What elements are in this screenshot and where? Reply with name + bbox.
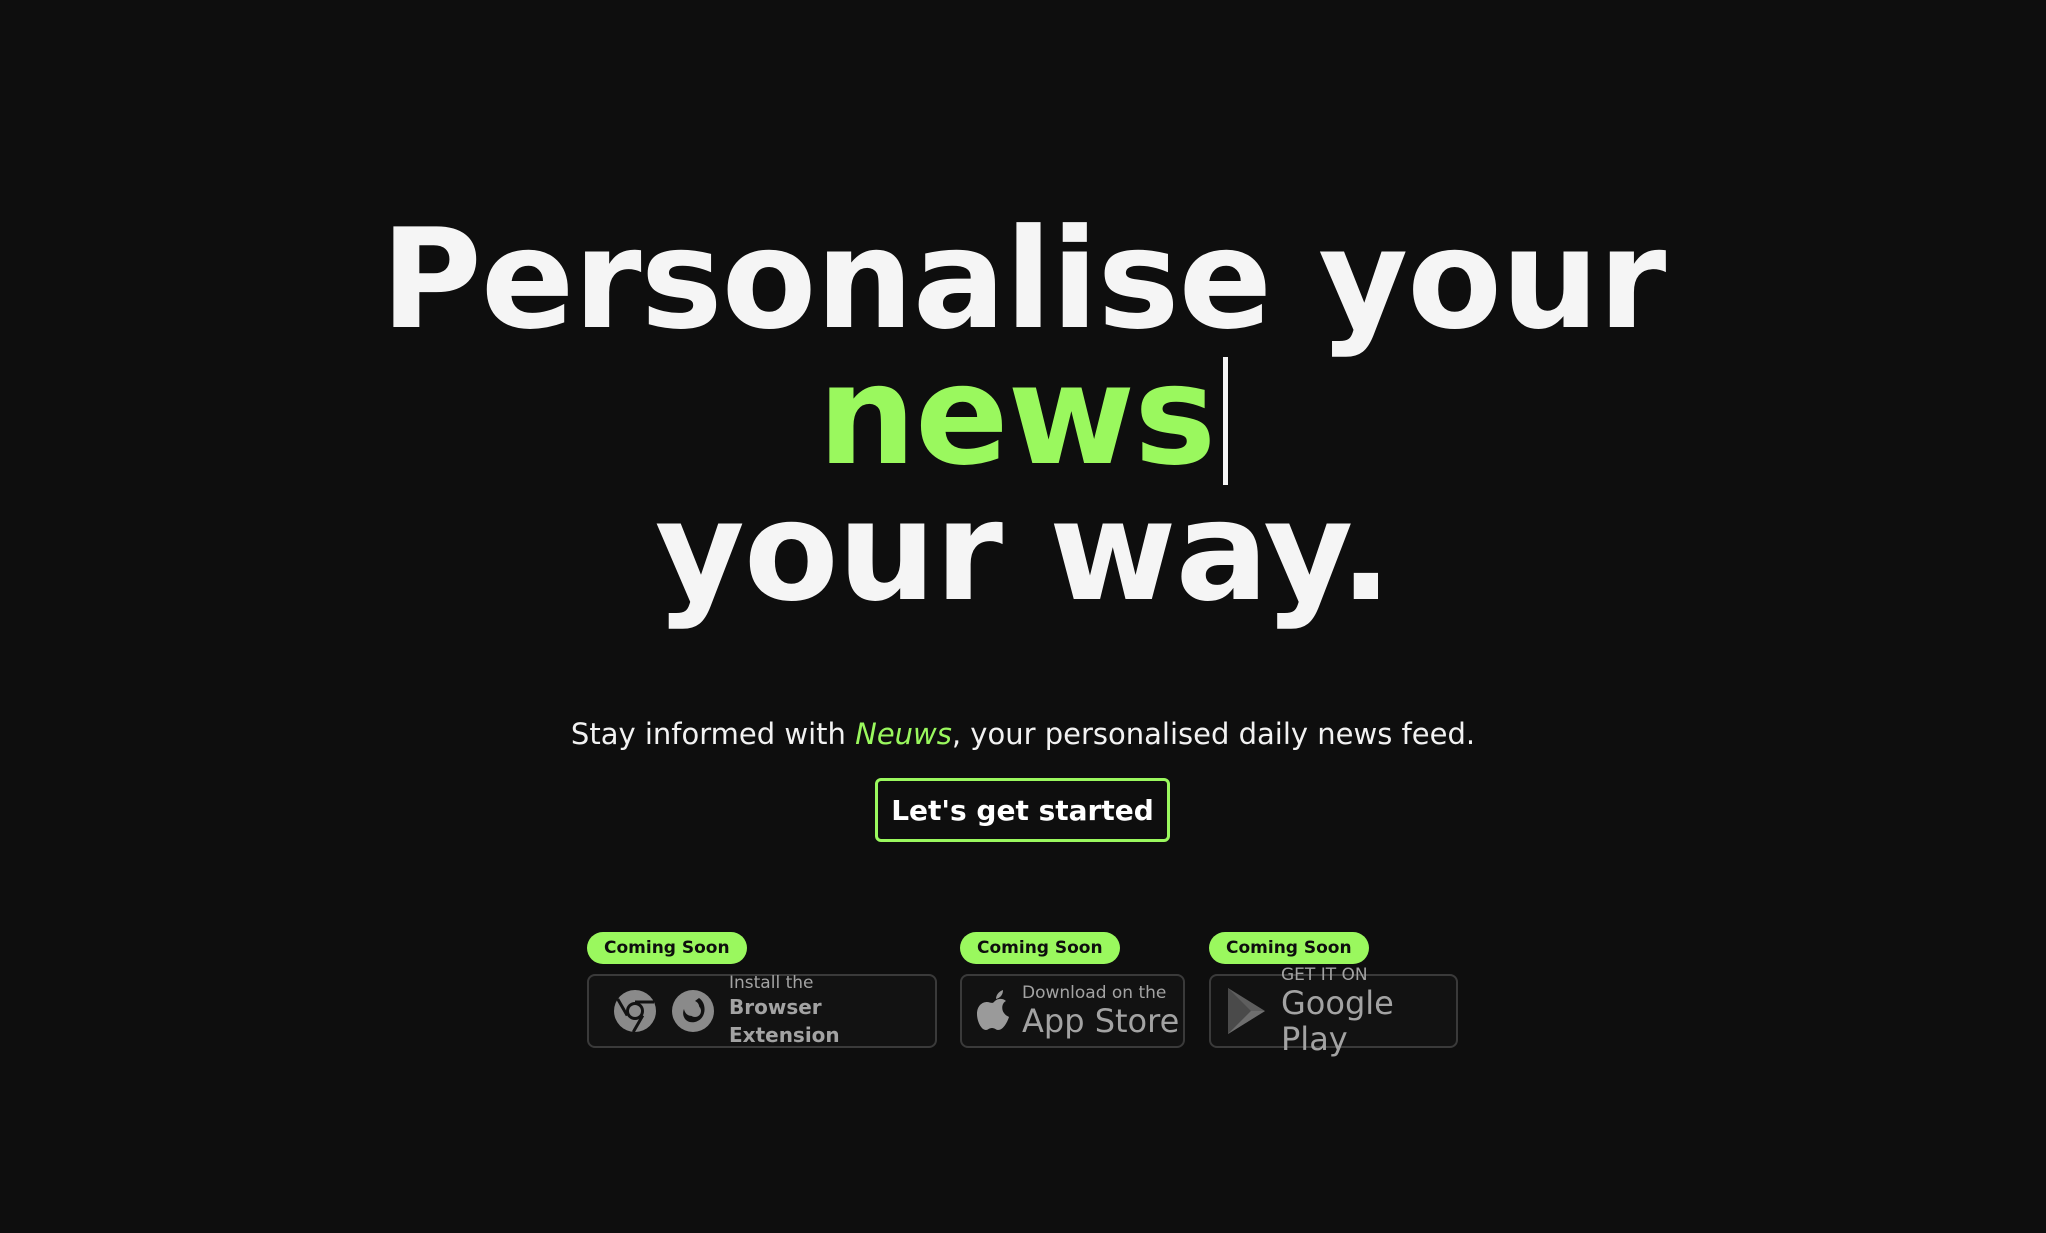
- extension-big-text: Browser Extension: [729, 995, 840, 1047]
- headline-line-1: Personalise your: [380, 199, 1667, 360]
- extension-small-text: Install the: [729, 973, 814, 993]
- headline-line-3: your way.: [654, 471, 1392, 632]
- browser-extension-block: Coming Soon Install the Browser Extensio…: [587, 932, 937, 1048]
- app-store-label: Download on the App Store: [1022, 983, 1179, 1039]
- google-play-label: GET IT ON Google Play: [1281, 965, 1456, 1057]
- hero-tagline: Stay informed with Neuws, your personali…: [0, 714, 2046, 754]
- app-store-big-text: App Store: [1022, 1002, 1180, 1040]
- google-play-big-text: Google Play: [1281, 984, 1394, 1058]
- google-play-block: Coming Soon GET IT ON Google Play: [1209, 932, 1458, 1057]
- coming-soon-badge: Coming Soon: [1209, 932, 1369, 964]
- app-store-button[interactable]: Download on the App Store: [960, 974, 1185, 1048]
- google-play-button[interactable]: GET IT ON Google Play: [1209, 965, 1458, 1057]
- brand-name: Neuws: [855, 717, 952, 751]
- chrome-icon: [613, 989, 657, 1033]
- tagline-text-after: , your personalised daily news feed.: [951, 717, 1476, 751]
- app-store-block: Coming Soon Download on the App Store: [960, 932, 1185, 1048]
- hero-headline: Personalise your news your way.: [0, 199, 2046, 632]
- browser-extension-button[interactable]: Install the Browser Extension: [587, 973, 937, 1049]
- google-play-icon: [1225, 986, 1269, 1036]
- headline-line-2: news: [0, 347, 2046, 485]
- coming-soon-badge: Coming Soon: [587, 932, 747, 964]
- app-store-small-text: Download on the: [1022, 983, 1167, 1003]
- typing-cursor: [1223, 357, 1229, 485]
- firefox-icon: [671, 989, 715, 1033]
- apple-icon: [976, 989, 1012, 1033]
- get-started-button[interactable]: Let's get started: [875, 778, 1170, 842]
- coming-soon-badge: Coming Soon: [960, 932, 1120, 964]
- google-play-small-text: GET IT ON: [1281, 965, 1368, 985]
- tagline-text-before: Stay informed with: [570, 717, 856, 751]
- extension-label: Install the Browser Extension: [729, 973, 935, 1049]
